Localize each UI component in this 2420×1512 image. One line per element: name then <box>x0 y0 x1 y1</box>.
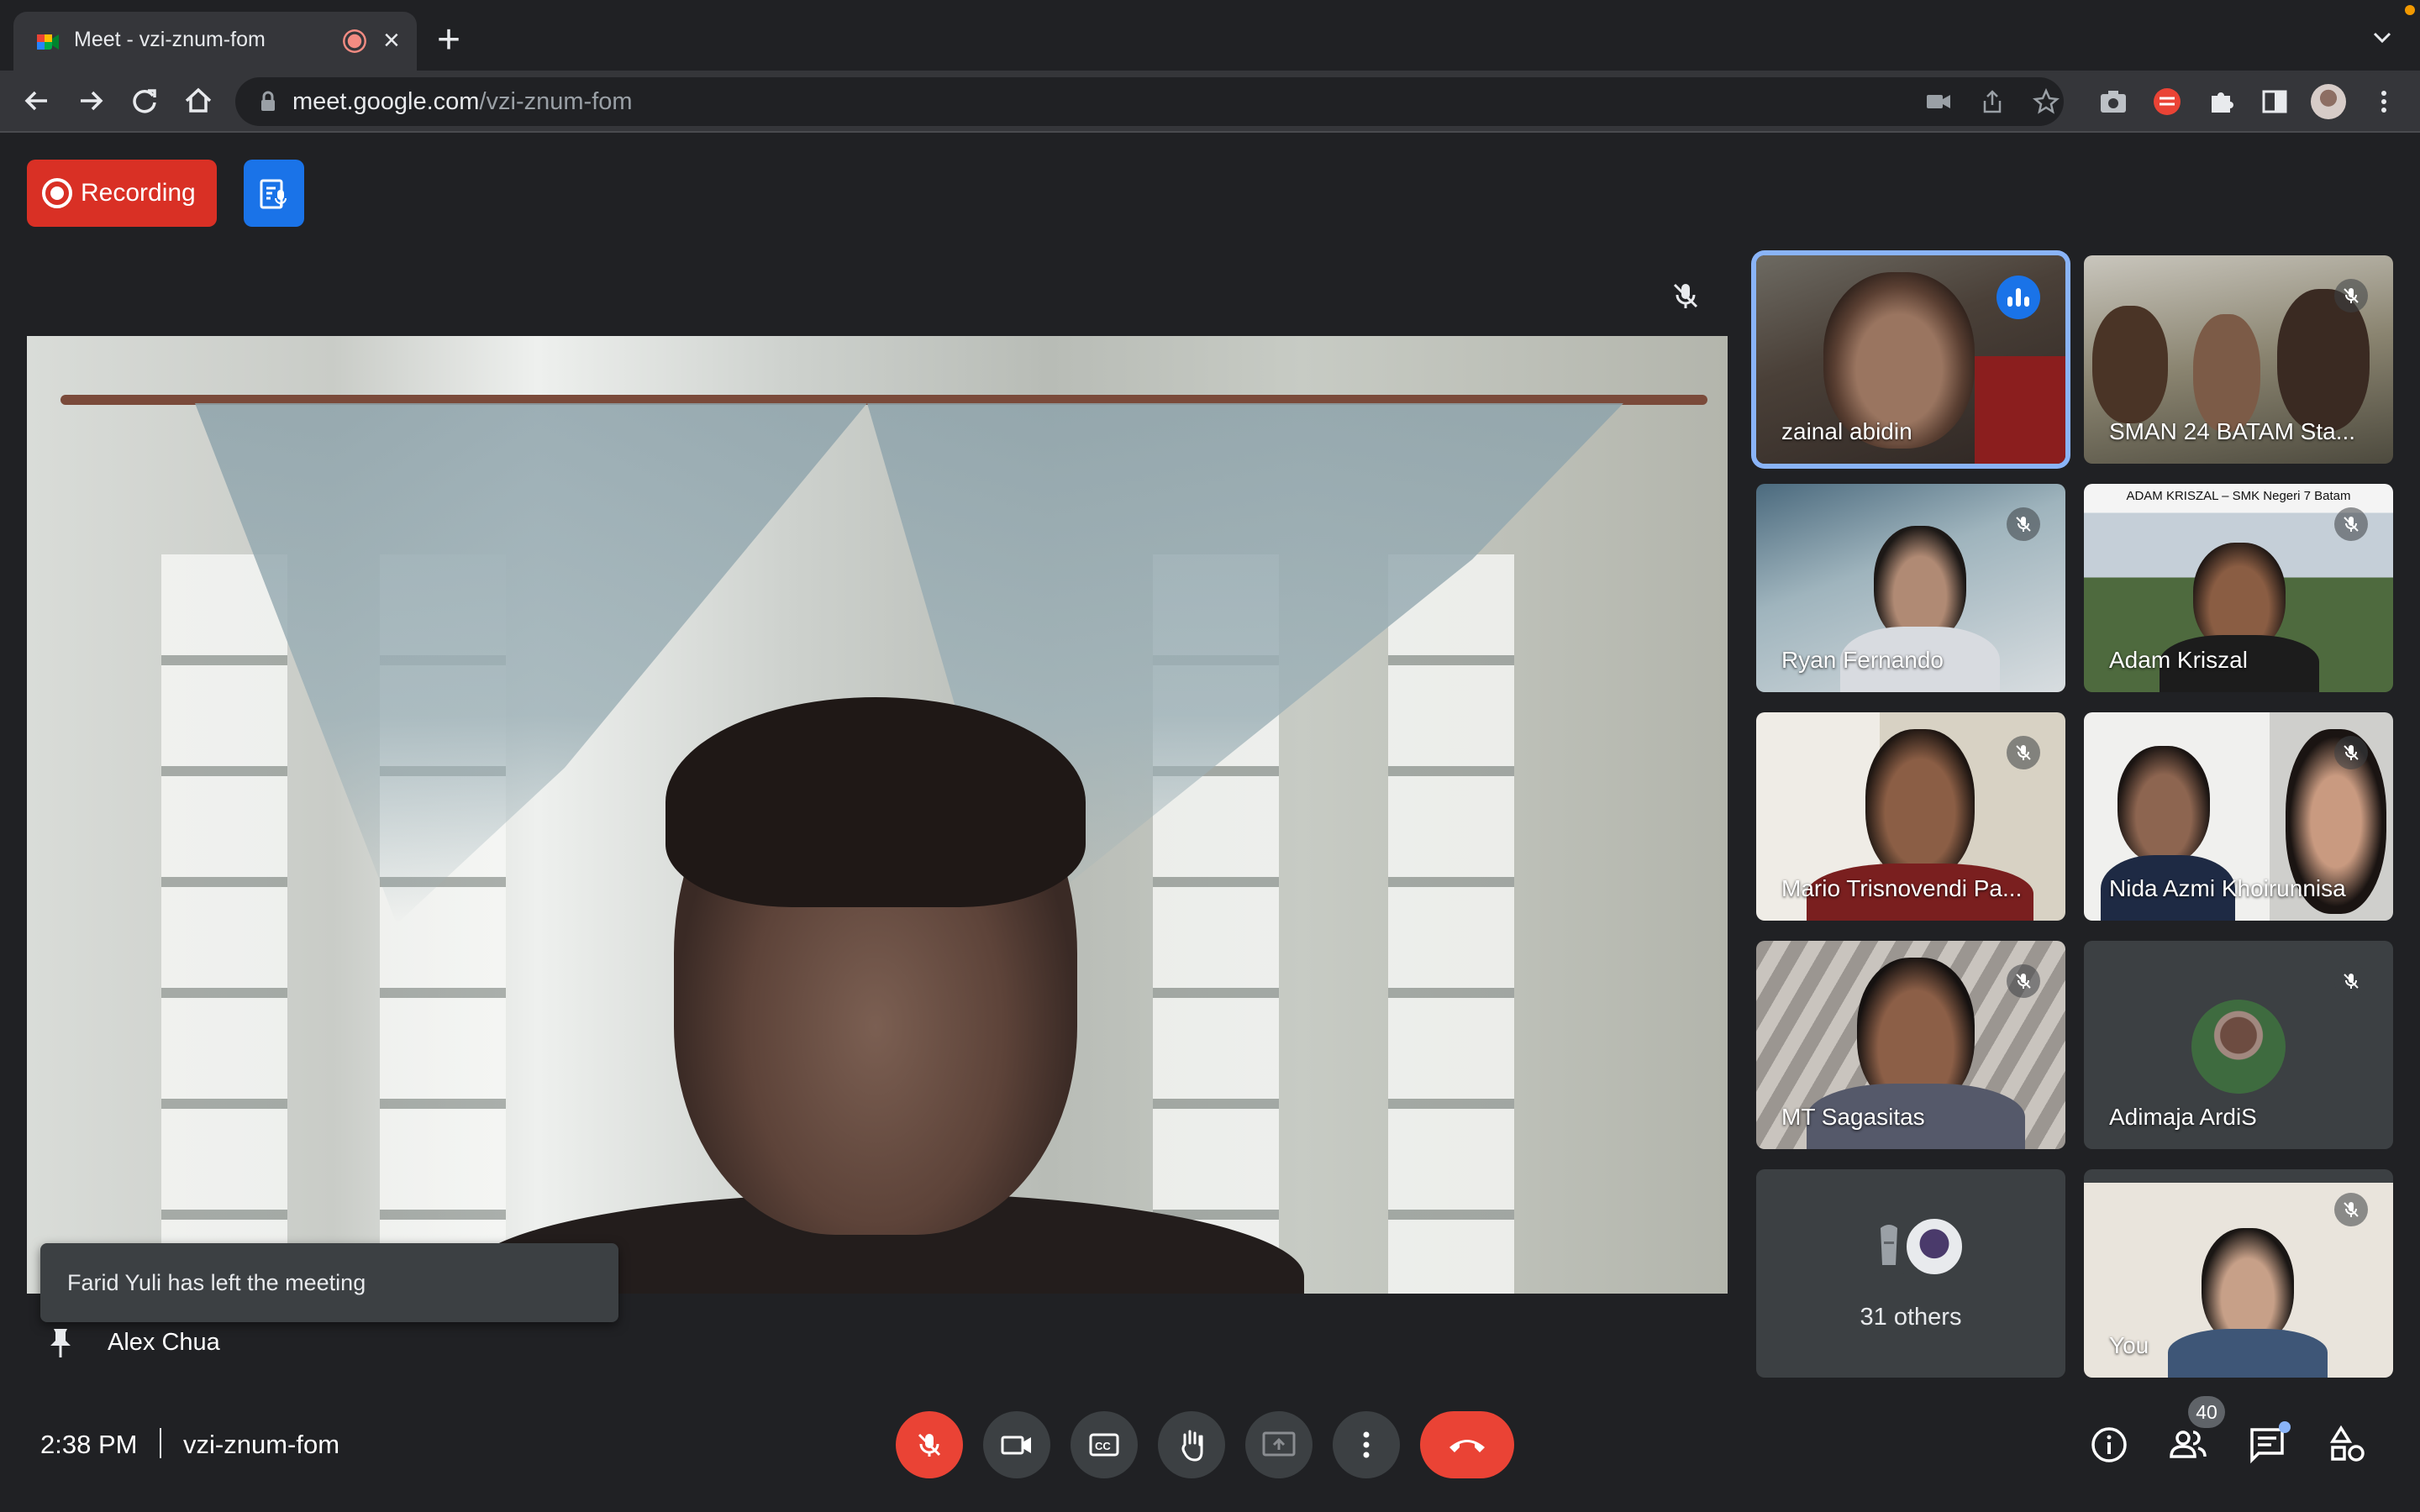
participant-tile[interactable]: Ryan Fernando <box>1756 484 2065 692</box>
main-speaker-name: Alex Chua <box>108 1329 220 1356</box>
present-icon <box>1262 1431 1296 1457</box>
mic-off-icon <box>918 1433 941 1457</box>
videocam-icon <box>1001 1436 1031 1455</box>
transcript-button[interactable] <box>244 160 304 227</box>
new-tab-button[interactable]: + <box>437 20 460 60</box>
captions-button[interactable]: CC <box>1071 1411 1138 1478</box>
divider <box>160 1428 161 1458</box>
kebab-icon[interactable] <box>2368 86 2400 118</box>
home-icon[interactable] <box>180 82 217 119</box>
close-icon[interactable]: × <box>383 24 400 57</box>
mic-off-icon <box>2334 736 2368 769</box>
profile-avatar[interactable] <box>2311 84 2346 119</box>
activities-icon <box>2329 1425 2365 1462</box>
participant-tile[interactable]: zainal abidin <box>1756 255 2065 464</box>
participant-tile[interactable]: ADAM KRISZAL – SMK Negeri 7 Batam Adam K… <box>2084 484 2393 692</box>
browser-tab-bar: Meet - vzi-znum-fom × + <box>0 0 2420 71</box>
meet-favicon-icon <box>37 34 59 50</box>
participant-tile[interactable]: MT Sagasitas <box>1756 941 2065 1149</box>
participant-name: Ryan Fernando <box>1781 647 1944 673</box>
lock-icon[interactable] <box>259 91 277 113</box>
camera-toggle-button[interactable] <box>983 1411 1050 1478</box>
browser-tab-meet[interactable]: Meet - vzi-znum-fom × <box>13 12 417 71</box>
more-icon <box>1363 1431 1370 1458</box>
present-button[interactable] <box>1245 1411 1313 1478</box>
participant-tile[interactable]: Mario Trisnovendi Pa... <box>1756 712 2065 921</box>
mic-off-icon <box>2334 507 2368 541</box>
unread-indicator <box>2279 1421 2291 1433</box>
meeting-details-button[interactable] <box>2087 1423 2131 1467</box>
recording-label: Recording <box>81 179 196 207</box>
update-indicator <box>2405 5 2415 15</box>
mic-off-icon <box>2334 1193 2368 1226</box>
puzzle-icon[interactable] <box>2205 86 2237 118</box>
pin-icon[interactable] <box>47 1326 74 1359</box>
mic-off-icon <box>2007 736 2040 769</box>
participant-tile[interactable]: Adimaja ArdiS <box>2084 941 2393 1149</box>
self-tile[interactable]: You <box>2084 1169 2393 1378</box>
others-tile[interactable]: 31 others <box>1756 1169 2065 1378</box>
tab-title: Meet - vzi-znum-fom <box>74 28 266 51</box>
toast-text: Farid Yuli has left the meeting <box>67 1270 366 1295</box>
meeting-code: vzi-znum-fom <box>183 1430 340 1459</box>
participant-tile[interactable]: Nida Azmi Khoirunnisa <box>2084 712 2393 921</box>
activities-button[interactable] <box>2326 1423 2370 1467</box>
browser-toolbar: meet.google.com/vzi-znum-fom <box>0 71 2420 133</box>
leave-call-button[interactable] <box>1420 1411 1514 1478</box>
participant-name: Adam Kriszal <box>2109 647 2248 673</box>
mic-off-icon <box>1673 283 1698 308</box>
participant-name: SMAN 24 BATAM Sta... <box>2109 418 2356 444</box>
address-bar[interactable]: meet.google.com/vzi-znum-fom <box>235 77 2064 126</box>
recording-dot-icon <box>345 31 365 51</box>
info-icon <box>2091 1427 2127 1462</box>
screenshot-icon[interactable] <box>2097 86 2129 118</box>
participant-tile[interactable]: SMAN 24 BATAM Sta... <box>2084 255 2393 464</box>
forward-icon[interactable] <box>72 82 109 119</box>
participant-name: You <box>2109 1332 2149 1358</box>
back-icon[interactable] <box>18 82 55 119</box>
captions-icon: CC <box>1089 1433 1119 1457</box>
transcript-icon <box>260 179 287 209</box>
participant-name: Mario Trisnovendi Pa... <box>1781 875 2023 901</box>
extension-icon[interactable] <box>2151 86 2183 118</box>
chevron-down-icon[interactable] <box>2370 25 2395 50</box>
main-video-feed[interactable] <box>27 336 1728 1294</box>
mic-off-icon <box>2334 279 2368 312</box>
people-icon <box>2170 1431 2207 1458</box>
tile-overlay-text: ADAM KRISZAL – SMK Negeri 7 Batam <box>2126 489 2351 503</box>
notification-toast: Farid Yuli has left the meeting <box>40 1243 618 1322</box>
mic-off-icon <box>2334 964 2368 998</box>
reload-icon[interactable] <box>126 82 163 119</box>
participant-name: Nida Azmi Khoirunnisa <box>2109 875 2346 901</box>
participant-count-badge: 40 <box>2188 1396 2225 1428</box>
recording-dot-icon <box>42 178 72 208</box>
call-end-icon <box>1449 1440 1485 1452</box>
more-options-button[interactable] <box>1333 1411 1400 1478</box>
participant-name: zainal abidin <box>1781 418 1912 444</box>
sidepanel-icon[interactable] <box>2259 86 2291 118</box>
participant-name: Adimaja ArdiS <box>2109 1104 2257 1130</box>
avatar <box>2191 1000 2286 1094</box>
speaking-indicator-icon <box>1996 276 2040 319</box>
svg-text:CC: CC <box>1095 1440 1111 1452</box>
url-text: meet.google.com/vzi-znum-fom <box>292 88 633 115</box>
camera-icon[interactable] <box>1924 87 1953 116</box>
share-icon[interactable] <box>1978 87 2007 116</box>
mic-toggle-button[interactable] <box>896 1411 963 1478</box>
people-button[interactable] <box>2166 1423 2210 1467</box>
mic-off-icon <box>2007 964 2040 998</box>
star-icon[interactable] <box>2032 87 2060 116</box>
raise-hand-button[interactable] <box>1158 1411 1225 1478</box>
avatar <box>1904 1216 1965 1277</box>
others-label: 31 others <box>1860 1304 1962 1331</box>
recording-button[interactable]: Recording <box>27 160 217 227</box>
mic-off-icon <box>2007 507 2040 541</box>
meeting-time: 2:38 PM <box>40 1430 138 1459</box>
participant-name: MT Sagasitas <box>1781 1104 1925 1130</box>
raise-hand-icon <box>1181 1430 1203 1462</box>
